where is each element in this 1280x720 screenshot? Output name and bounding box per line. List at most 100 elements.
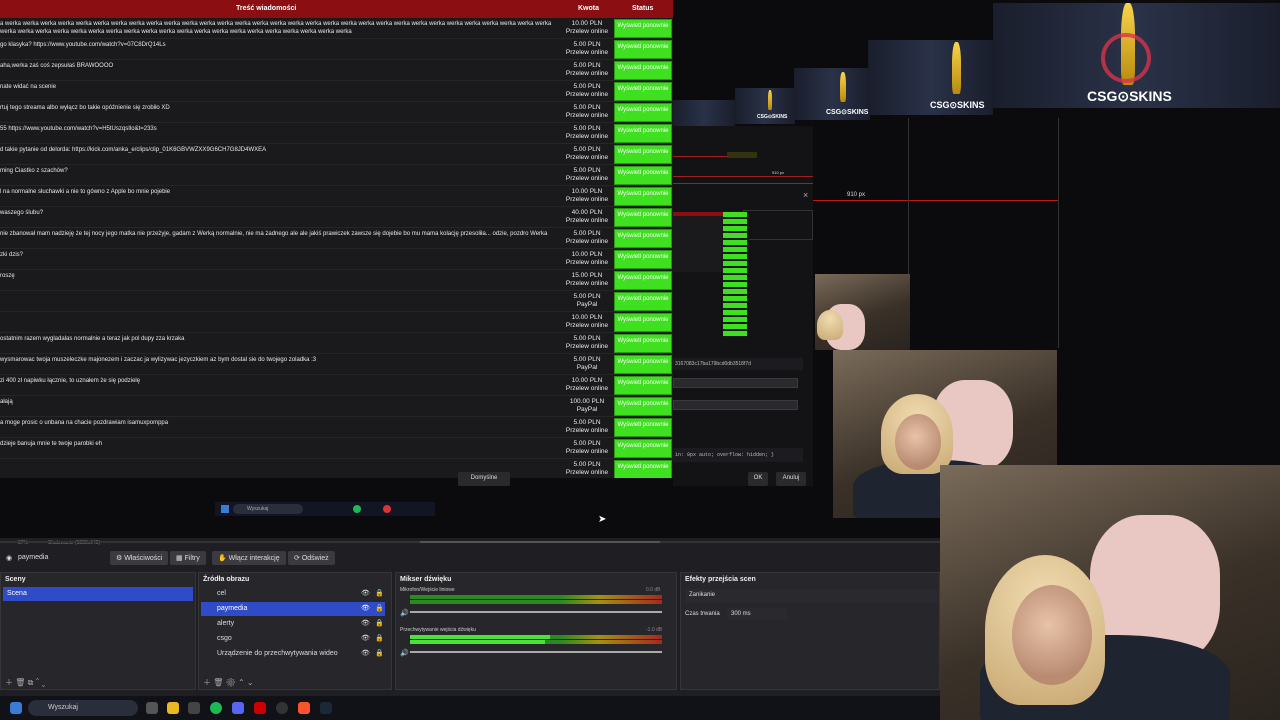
duration-input[interactable]: 300 ms xyxy=(727,608,787,620)
mixer-channel-name: Mikrofon/Wejście liniowe xyxy=(400,587,455,593)
discord-icon[interactable] xyxy=(232,702,244,714)
spin-field[interactable] xyxy=(673,378,798,388)
table-row: 10.00 PLN Przelew online Wyświetl ponownie xyxy=(0,312,673,333)
replay-button[interactable]: Wyświetl ponownie xyxy=(614,271,672,290)
replay-button[interactable]: Wyświetl ponownie xyxy=(614,460,672,478)
sources-title: Źródła obrazu xyxy=(203,576,250,583)
replay-button[interactable]: Wyświetl ponownie xyxy=(614,376,672,395)
webcam-large xyxy=(940,465,1280,720)
replay-button[interactable]: Wyświetl ponownie xyxy=(614,229,672,248)
row-amount-value: 5.00 PLN xyxy=(573,461,601,468)
speaker-icon[interactable]: 🔊 xyxy=(400,649,409,657)
row-amount: 10.00 PLN Przelew online xyxy=(562,377,612,393)
row-method: Przelew online xyxy=(565,196,609,203)
replay-button[interactable]: Wyświetl ponownie xyxy=(614,61,672,80)
replay-button[interactable]: Wyświetl ponownie xyxy=(614,82,672,101)
row-amount-value: 10.00 PLN xyxy=(571,188,603,195)
row-amount-value: 10.00 PLN xyxy=(571,314,603,321)
source-item[interactable]: cel 👁 🔒 xyxy=(201,587,385,601)
obs-icon[interactable] xyxy=(276,702,288,714)
refresh-button[interactable]: ⟳ Odśwież xyxy=(288,551,335,565)
replay-button[interactable]: Wyświetl ponownie xyxy=(614,418,672,437)
source-item[interactable]: paymedia 👁 🔒 xyxy=(201,602,385,616)
replay-button[interactable]: Wyświetl ponownie xyxy=(614,397,672,416)
replay-button[interactable]: Wyświetl ponownie xyxy=(614,334,672,353)
mixer-channel-db: -1.0 dB xyxy=(646,627,663,633)
add-source-icon[interactable]: ＋ 🗑 ⚙ ⌃ ⌄ xyxy=(203,677,254,688)
row-amount-value: 5.00 PLN xyxy=(573,104,601,111)
spotify-icon[interactable] xyxy=(210,702,222,714)
replay-button[interactable]: Wyświetl ponownie xyxy=(614,355,672,374)
properties-label: Właściwości xyxy=(124,555,163,562)
properties-button[interactable]: ⚙ Właściwości xyxy=(110,551,169,565)
steam-icon[interactable] xyxy=(320,702,332,714)
replay-button[interactable]: Wyświetl ponownie xyxy=(614,313,672,332)
eye-icon[interactable]: 👁 xyxy=(361,634,370,642)
eye-icon[interactable]: 👁 xyxy=(361,589,370,597)
interact-label: Włącz interakcję xyxy=(228,555,280,562)
task-view-icon[interactable] xyxy=(146,702,158,714)
hash-field[interactable]: 3167083c17ba179bcd0db3518f7d xyxy=(673,358,803,370)
source-label: Urządzenie do przechwytywania wideo xyxy=(217,650,338,657)
row-message: nate widać na scenie xyxy=(0,84,57,90)
replay-button[interactable]: Wyświetl ponownie xyxy=(614,250,672,269)
filters-button[interactable]: ▦ Filtry xyxy=(170,551,206,565)
scenes-title: Sceny xyxy=(5,576,26,583)
add-scene-icon[interactable]: ＋ 🗑 ⧉ ⌃ ⌄ xyxy=(5,677,45,688)
taskbar-search[interactable]: Wyszukaj xyxy=(28,700,138,716)
store-icon[interactable] xyxy=(188,702,200,714)
cancel-button[interactable]: Anuluj xyxy=(776,472,806,486)
row-method: Przelew online xyxy=(565,112,609,119)
lock-icon[interactable]: 🔒 xyxy=(375,634,384,642)
obs-window: 87% Skalowanie (1888x948) ◉ paymedia ⚙ W… xyxy=(0,538,940,696)
lock-icon[interactable]: 🔒 xyxy=(375,604,384,612)
scene-item[interactable]: Scena xyxy=(3,587,193,601)
css-field[interactable]: in: 0px auto; overflow: hidden; } xyxy=(673,448,803,462)
app-icon[interactable] xyxy=(254,702,266,714)
row-message: wysmarowac twoja muszeleczke majonezem i… xyxy=(0,357,317,363)
row-method: PayPal xyxy=(576,364,598,371)
lock-icon[interactable]: 🔒 xyxy=(375,619,384,627)
eye-icon[interactable]: 👁 xyxy=(361,619,370,627)
lock-icon[interactable]: 🔒 xyxy=(375,589,384,597)
volume-slider[interactable] xyxy=(410,611,662,613)
row-message: a moge prosic o unbana na chacie pozdraw… xyxy=(0,420,169,426)
ok-button[interactable]: OK xyxy=(748,472,768,486)
replay-button[interactable]: Wyświetl ponownie xyxy=(614,40,672,59)
horizontal-scrollbar[interactable] xyxy=(420,541,660,543)
row-message: nie zbanował mam nadzieję że tej nocy je… xyxy=(0,231,548,237)
eye-icon[interactable]: 👁 xyxy=(361,604,370,612)
transition-select[interactable]: Zanikanie xyxy=(685,589,937,603)
row-amount: 5.00 PLN Przelew online xyxy=(562,335,612,351)
folder-icon[interactable] xyxy=(167,702,179,714)
eye-icon[interactable]: 👁 xyxy=(361,649,370,657)
replay-button[interactable]: Wyświetl ponownie xyxy=(614,166,672,185)
defaults-button[interactable]: Domyślne xyxy=(458,472,510,486)
replay-button[interactable]: Wyświetl ponownie xyxy=(614,19,672,38)
row-method: Przelew online xyxy=(565,280,609,287)
row-amount: 10.00 PLN Przelew online xyxy=(562,20,612,36)
nested-preview xyxy=(673,126,813,486)
replay-button[interactable]: Wyświetl ponownie xyxy=(614,145,672,164)
source-item[interactable]: csgo 👁 🔒 xyxy=(201,632,385,646)
replay-button[interactable]: Wyświetl ponownie xyxy=(614,439,672,458)
speaker-icon[interactable]: 🔊 xyxy=(400,609,409,617)
spin-field[interactable] xyxy=(673,400,798,410)
replay-button[interactable]: Wyświetl ponownie xyxy=(614,187,672,206)
interact-button[interactable]: ✋ Włącz interakcję xyxy=(212,551,286,565)
replay-button[interactable]: Wyświetl ponownie xyxy=(614,292,672,311)
close-icon[interactable]: × xyxy=(803,190,808,200)
row-message: waszego ślubu? xyxy=(0,210,44,216)
windows-taskbar: Wyszukaj xyxy=(0,696,940,720)
brave-icon[interactable] xyxy=(298,702,310,714)
row-message: l na normalne słuchawki a nie to gówno z… xyxy=(0,189,171,195)
windows-start-icon[interactable] xyxy=(10,702,22,714)
replay-button[interactable]: Wyświetl ponownie xyxy=(614,124,672,143)
source-item[interactable]: alerty 👁 🔒 xyxy=(201,617,385,631)
replay-button[interactable]: Wyświetl ponownie xyxy=(614,103,672,122)
lock-icon[interactable]: 🔒 xyxy=(375,649,384,657)
source-item[interactable]: Urządzenie do przechwytywania wideo 👁 🔒 xyxy=(201,647,385,661)
replay-button[interactable]: Wyświetl ponownie xyxy=(614,208,672,227)
row-amount-value: 5.00 PLN xyxy=(573,293,601,300)
volume-slider[interactable] xyxy=(410,651,662,653)
